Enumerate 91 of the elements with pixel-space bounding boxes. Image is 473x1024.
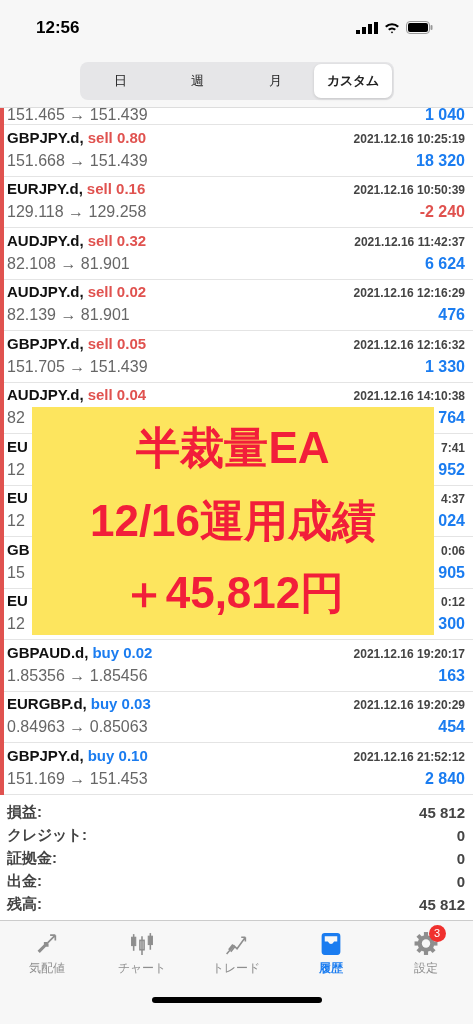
profit-value: 2 840 [424,769,465,788]
banner-text: 12/16運用成績 [89,494,377,547]
tab-bar-item[interactable]: トレード [189,926,284,985]
deal-time: 2021.12.16 19:20:29 [353,698,465,713]
summary-value: 45 812 [419,895,465,913]
profit-value: 1 330 [424,357,465,376]
deal-time: 0:06 [440,543,465,558]
summary-value: 45 812 [419,803,465,821]
summary-label: クレジット: [7,825,87,845]
price-text: 151.668 → 151.439 [7,151,148,170]
symbol-text: GBPJPY.d, [7,128,84,146]
symbol-text: EU [7,489,28,507]
price-text: 12 [7,512,25,531]
deal-time: 2021.12.16 21:52:12 [353,749,465,764]
price-text: 0.84963 → 0.85063 [7,718,148,737]
deal-time: 2021.12.16 12:16:32 [353,337,465,352]
profit-value: 18 320 [416,151,465,170]
deal-time: 2021.12.16 14:10:38 [353,389,465,404]
tab-bar-item[interactable]: 3 設定 [378,926,473,985]
banner-text: 半裁量EA [136,422,330,475]
symbol-text: GB [7,540,30,558]
profit-value: 163 [438,666,465,685]
symbol-text: GBPJPY.d, [7,334,84,352]
price-text: 129.118 → 129.258 [7,203,147,222]
order-text: buy 0.03 [90,695,151,713]
deal-time: 7:41 [440,440,465,455]
summary-value: 0 [456,872,465,890]
profit-value: 476 [438,306,465,325]
tab-bar-item[interactable]: チャート [94,926,190,985]
profit-value: 905 [438,563,465,582]
summary-label: 損益: [7,802,42,822]
summary-value: 0 [456,826,465,844]
deal-time: 2021.12.16 19:20:17 [353,646,465,661]
period-tab[interactable]: カスタム [314,64,392,98]
order-text: buy 0.10 [87,746,148,764]
symbol-text: EURGBP.d, [7,695,87,713]
deal-time: 2021.12.16 10:50:39 [353,183,465,198]
banner-text: ＋45,812円 [121,567,345,620]
symbol-text: EU [7,437,28,455]
summary-label: 証拠金: [7,848,57,868]
summary-label: 出金: [7,871,42,891]
candlestick-icon [128,930,155,956]
profit-value: 300 [438,615,465,634]
notification-badge: 3 [428,924,446,942]
price-text: 82.139 → 81.901 [7,306,130,325]
period-tab[interactable]: 日 [81,64,159,98]
price-text: 82.108 → 81.901 [7,254,130,273]
price-text: 12 [7,460,25,479]
symbol-text: EU [7,592,28,610]
tab-bar-item[interactable]: 気配値 [0,926,95,985]
profit-value: 952 [438,460,465,479]
order-text: buy 0.02 [92,643,153,661]
profit-value: 454 [438,718,465,737]
deal-time: 2021.12.16 10:25:19 [353,131,465,146]
symbol-text: AUDJPY.d, [7,283,84,301]
price-text: 1.85356 → 1.85456 [7,666,148,685]
symbol-text: EURJPY.d, [7,180,83,198]
summary-label: 残高: [7,894,42,914]
deal-time: 2021.12.16 11:42:37 [354,234,465,249]
symbol-text: AUDJPY.d, [7,231,84,249]
order-text: sell 0.04 [87,386,147,404]
deal-time: 2021.12.16 12:16:29 [353,286,465,301]
tab-bar-item[interactable]: 履歴 [283,926,379,985]
battery-icon [406,21,433,34]
summary-value: 0 [456,849,465,867]
status-time: 12:56 [36,17,80,38]
signal-icon [356,21,378,34]
profit-value: -2 240 [419,203,465,222]
period-tab[interactable]: 週 [159,64,237,98]
order-text: sell 0.16 [86,180,146,198]
price-text: 151.169 → 151.453 [7,769,148,788]
wifi-icon [384,21,400,34]
price-text: 151.705 → 151.439 [7,357,148,376]
price-text: 12 [7,615,25,634]
symbol-text: AUDJPY.d, [7,386,84,404]
order-text: sell 0.02 [87,283,147,301]
price-text: 151.465 → 151.439 [7,108,148,124]
order-text: sell 0.05 [87,334,147,352]
symbol-text: GBPAUD.d, [7,643,89,661]
profit-value: 6 624 [424,254,465,273]
price-text: 82 [7,409,25,428]
symbol-text: GBPJPY.d, [7,746,84,764]
deal-time: 4:37 [440,492,465,507]
profit-value: 1 040 [424,108,465,124]
price-text: 15 [7,563,25,582]
deal-time: 0:12 [440,595,465,610]
profit-value: 764 [438,409,465,428]
period-tab[interactable]: 月 [236,64,314,98]
profit-value: 024 [438,512,465,531]
order-text: sell 0.32 [87,231,147,249]
order-text: sell 0.80 [87,128,147,146]
